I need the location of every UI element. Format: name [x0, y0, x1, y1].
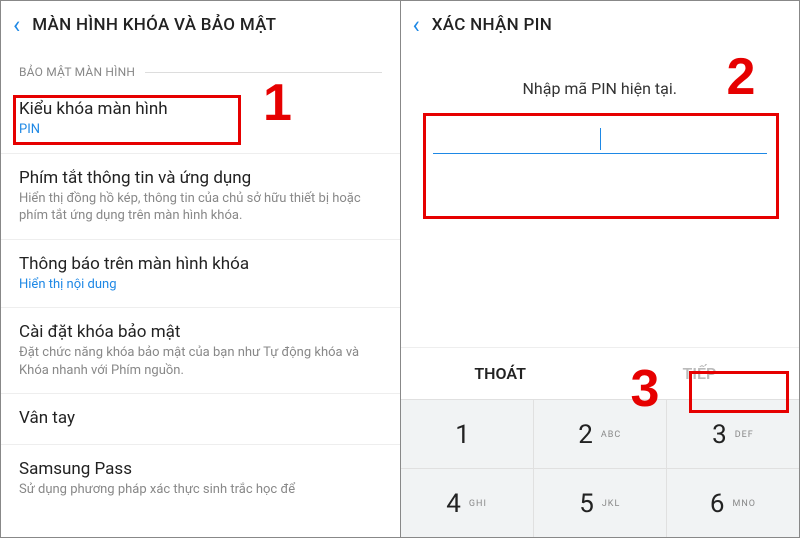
section-label: BẢO MẬT MÀN HÌNH [1, 47, 400, 85]
key-2[interactable]: 2ABC [534, 400, 667, 468]
item-secure-lock-settings[interactable]: Cài đặt khóa bảo mật Đặt chức năng khóa … [1, 308, 400, 394]
item-shortcuts[interactable]: Phím tắt thông tin và ứng dụng Hiển thị … [1, 154, 400, 240]
key-5[interactable]: 5JKL [534, 469, 667, 537]
item-samsung-pass[interactable]: Samsung Pass Sử dụng phương pháp xác thự… [1, 445, 400, 513]
item-fingerprint[interactable]: Vân tay [1, 394, 400, 445]
pin-area: Nhập mã PIN hiện tại. [401, 47, 800, 164]
item-title: Vân tay [19, 408, 382, 428]
pin-input[interactable] [433, 124, 768, 154]
item-sub: Đặt chức năng khóa bảo mật của bạn như T… [19, 344, 382, 379]
keypad: 1 2ABC 3DEF 4GHI 5JKL 6MNO [401, 399, 800, 537]
pin-actions: THOÁT TIẾP [401, 347, 800, 399]
item-lock-type[interactable]: Kiểu khóa màn hình PIN [1, 85, 400, 154]
back-icon[interactable]: ‹ [13, 11, 20, 39]
item-sub: Hiển thị nội dung [19, 276, 382, 294]
pin-pane: ‹ XÁC NHẬN PIN Nhập mã PIN hiện tại. THO… [401, 1, 800, 537]
right-header: ‹ XÁC NHẬN PIN [401, 1, 800, 47]
pin-prompt: Nhập mã PIN hiện tại. [423, 79, 778, 98]
item-sub: Hiển thị đồng hồ kép, thông tin của chủ … [19, 190, 382, 225]
right-title: XÁC NHẬN PIN [432, 15, 552, 35]
key-3[interactable]: 3DEF [667, 400, 799, 468]
cancel-button[interactable]: THOÁT [401, 348, 600, 399]
text-cursor [600, 128, 602, 150]
key-4[interactable]: 4GHI [401, 469, 534, 537]
settings-pane: ‹ MÀN HÌNH KHÓA VÀ BẢO MẬT BẢO MẬT MÀN H… [1, 1, 401, 537]
left-title: MÀN HÌNH KHÓA VÀ BẢO MẬT [32, 15, 276, 35]
left-header: ‹ MÀN HÌNH KHÓA VÀ BẢO MẬT [1, 1, 400, 47]
item-title: Thông báo trên màn hình khóa [19, 254, 382, 274]
next-button[interactable]: TIẾP [600, 348, 799, 399]
item-title: Samsung Pass [19, 459, 382, 479]
key-1[interactable]: 1 [401, 400, 534, 468]
item-title: Kiểu khóa màn hình [19, 99, 382, 119]
item-sub: PIN [19, 121, 382, 139]
item-title: Phím tắt thông tin và ứng dụng [19, 168, 382, 188]
item-lockscreen-notifs[interactable]: Thông báo trên màn hình khóa Hiển thị nộ… [1, 240, 400, 309]
back-icon[interactable]: ‹ [413, 11, 420, 39]
key-6[interactable]: 6MNO [667, 469, 799, 537]
item-sub: Sử dụng phương pháp xác thực sinh trắc h… [19, 481, 382, 499]
item-title: Cài đặt khóa bảo mật [19, 322, 382, 342]
